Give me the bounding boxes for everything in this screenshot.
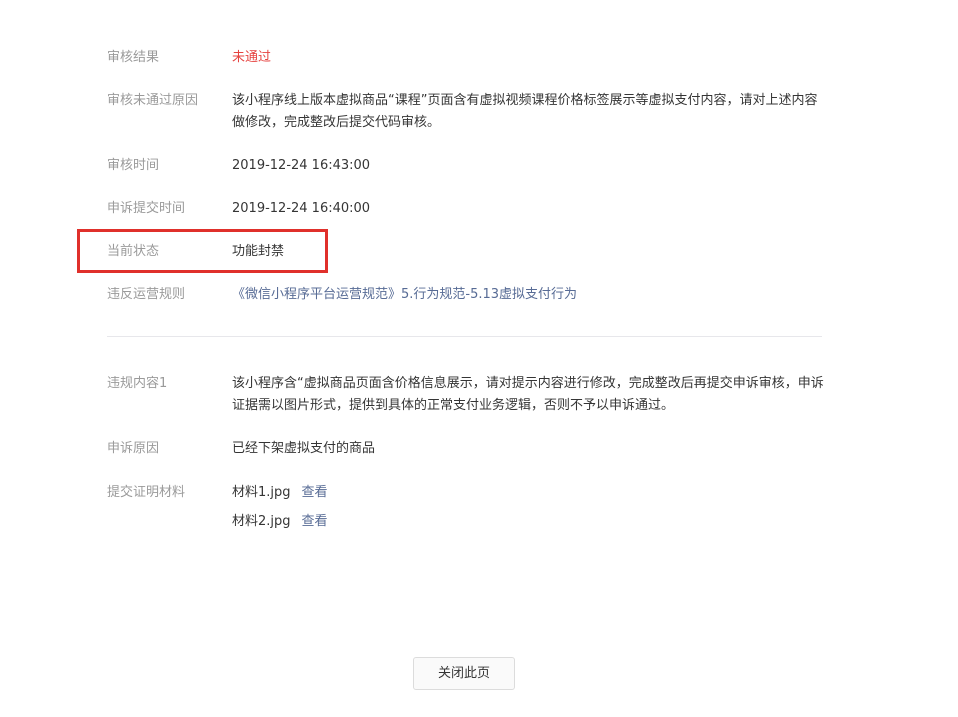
appeal-submit-time-label: 申诉提交时间 bbox=[107, 201, 186, 216]
violated-rule-label: 违反运营规则 bbox=[107, 287, 186, 302]
review-result-label: 审核结果 bbox=[107, 50, 160, 65]
review-time-value: 2019-12-24 16:43:00 bbox=[232, 158, 371, 173]
section-divider bbox=[107, 336, 822, 337]
violation-content-label: 违规内容1 bbox=[107, 376, 168, 391]
material-view-link[interactable]: 查看 bbox=[302, 511, 328, 533]
review-time-label: 审核时间 bbox=[107, 158, 160, 173]
appeal-submit-time-value: 2019-12-24 16:40:00 bbox=[232, 201, 371, 216]
appeal-reason-value: 已经下架虚拟支付的商品 bbox=[232, 441, 376, 456]
review-result-value: 未通过 bbox=[232, 50, 272, 65]
close-page-button[interactable]: 关闭此页 bbox=[413, 657, 515, 690]
material-item: 材料1.jpg 查看 bbox=[232, 482, 328, 504]
current-status-value: 功能封禁 bbox=[232, 244, 285, 259]
appeal-reason-label: 申诉原因 bbox=[107, 441, 160, 456]
current-status-label: 当前状态 bbox=[107, 244, 160, 259]
material-file-name: 材料1.jpg bbox=[232, 485, 291, 500]
review-reason-value: 该小程序线上版本虚拟商品“课程”页面含有虚拟视频课程价格标签展示等虚拟支付内容，… bbox=[232, 93, 818, 130]
materials-label: 提交证明材料 bbox=[107, 485, 186, 500]
violated-rule-link[interactable]: 《微信小程序平台运营规范》5.行为规范-5.13虚拟支付行为 bbox=[232, 284, 577, 306]
violation-content-value: 该小程序含“虚拟商品页面含价格信息展示，请对提示内容进行修改，完成整改后再提交申… bbox=[232, 376, 824, 413]
review-reason-label: 审核未通过原因 bbox=[107, 93, 199, 108]
material-file-name: 材料2.jpg bbox=[232, 514, 291, 529]
material-view-link[interactable]: 查看 bbox=[302, 482, 328, 504]
material-item: 材料2.jpg 查看 bbox=[232, 511, 328, 533]
appeal-detail-page: 审核结果 未通过 审核未通过原因 该小程序线上版本虚拟商品“课程”页面含有虚拟视… bbox=[0, 0, 958, 717]
